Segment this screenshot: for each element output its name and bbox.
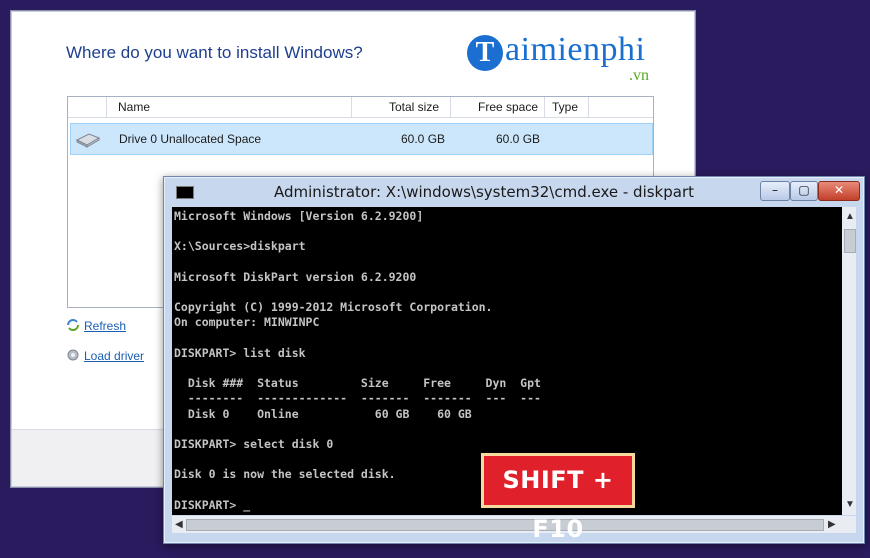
- console-line: Disk 0 is now the selected disk.: [174, 467, 396, 482]
- console-line: Microsoft DiskPart version 6.2.9200: [174, 269, 417, 284]
- minimize-button[interactable]: –: [760, 181, 790, 201]
- column-type[interactable]: Type: [552, 100, 578, 114]
- refresh-link[interactable]: Refresh: [66, 319, 126, 333]
- brand-logo-mark: T: [467, 35, 503, 71]
- scroll-left-icon[interactable]: ◀: [175, 519, 183, 530]
- setup-heading: Where do you want to install Windows?: [66, 43, 363, 62]
- table-row[interactable]: Drive 0 Unallocated Space 60.0 GB 60.0 G…: [70, 123, 653, 155]
- drive-total-size: 60.0 GB: [401, 132, 446, 146]
- horizontal-scrollbar[interactable]: ◀ ▶: [172, 516, 856, 533]
- drive-free-space: 60.0 GB: [496, 132, 541, 146]
- scroll-up-icon[interactable]: ▲: [845, 211, 855, 222]
- hard-drive-icon: [75, 133, 101, 148]
- vertical-scroll-thumb[interactable]: [844, 229, 856, 253]
- console-line: DISKPART> list disk: [174, 345, 306, 360]
- shortcut-badge: SHIFT + F10: [481, 453, 635, 543]
- minimize-icon: –: [772, 183, 778, 197]
- brand-name: aimienphi: [505, 31, 646, 68]
- horizontal-scroll-thumb[interactable]: [186, 519, 824, 531]
- console-line: X:\Sources>diskpart: [174, 239, 306, 254]
- console-line: Disk ### Status Size Free Dyn Gpt: [174, 376, 541, 391]
- load-driver-link[interactable]: Load driver: [66, 349, 144, 363]
- column-total-size[interactable]: Total size: [389, 100, 439, 114]
- close-icon: ✕: [833, 183, 845, 197]
- drive-name: Drive 0 Unallocated Space: [119, 132, 262, 146]
- column-name[interactable]: Name: [118, 100, 150, 114]
- scroll-right-icon[interactable]: ▶: [828, 519, 836, 530]
- console-icon: [176, 186, 194, 199]
- console-line: On computer: MINWINPC: [174, 315, 320, 330]
- maximize-button[interactable]: ▢: [790, 181, 818, 201]
- vertical-scrollbar[interactable]: ▲ ▼: [842, 207, 856, 515]
- refresh-label[interactable]: Refresh: [84, 319, 126, 333]
- refresh-icon: [67, 319, 79, 331]
- cmd-title: Administrator: X:\windows\system32\cmd.e…: [274, 183, 694, 201]
- console-line: Microsoft Windows [Version 6.2.9200]: [174, 209, 424, 223]
- brand-tld: .vn: [629, 67, 649, 84]
- load-driver-label[interactable]: Load driver: [84, 349, 144, 363]
- console-line: Copyright (C) 1999-2012 Microsoft Corpor…: [174, 300, 493, 315]
- brand-logo: T aimienphi .vn: [467, 31, 677, 84]
- scroll-down-icon[interactable]: ▼: [845, 499, 855, 510]
- console-line: DISKPART> select disk 0: [174, 437, 334, 451]
- console-line: DISKPART> _: [174, 497, 251, 512]
- column-free-space[interactable]: Free space: [478, 100, 538, 114]
- load-driver-icon: [67, 349, 79, 361]
- close-button[interactable]: ✕: [818, 181, 860, 201]
- maximize-icon: ▢: [798, 183, 810, 197]
- table-header: Name Total size Free space Type: [68, 97, 653, 118]
- console-line: -------- ------------- ------- ------- -…: [174, 391, 541, 406]
- cmd-titlebar[interactable]: Administrator: X:\windows\system32\cmd.e…: [164, 177, 864, 207]
- console-line: Disk 0 Online 60 GB 60 GB: [174, 406, 472, 421]
